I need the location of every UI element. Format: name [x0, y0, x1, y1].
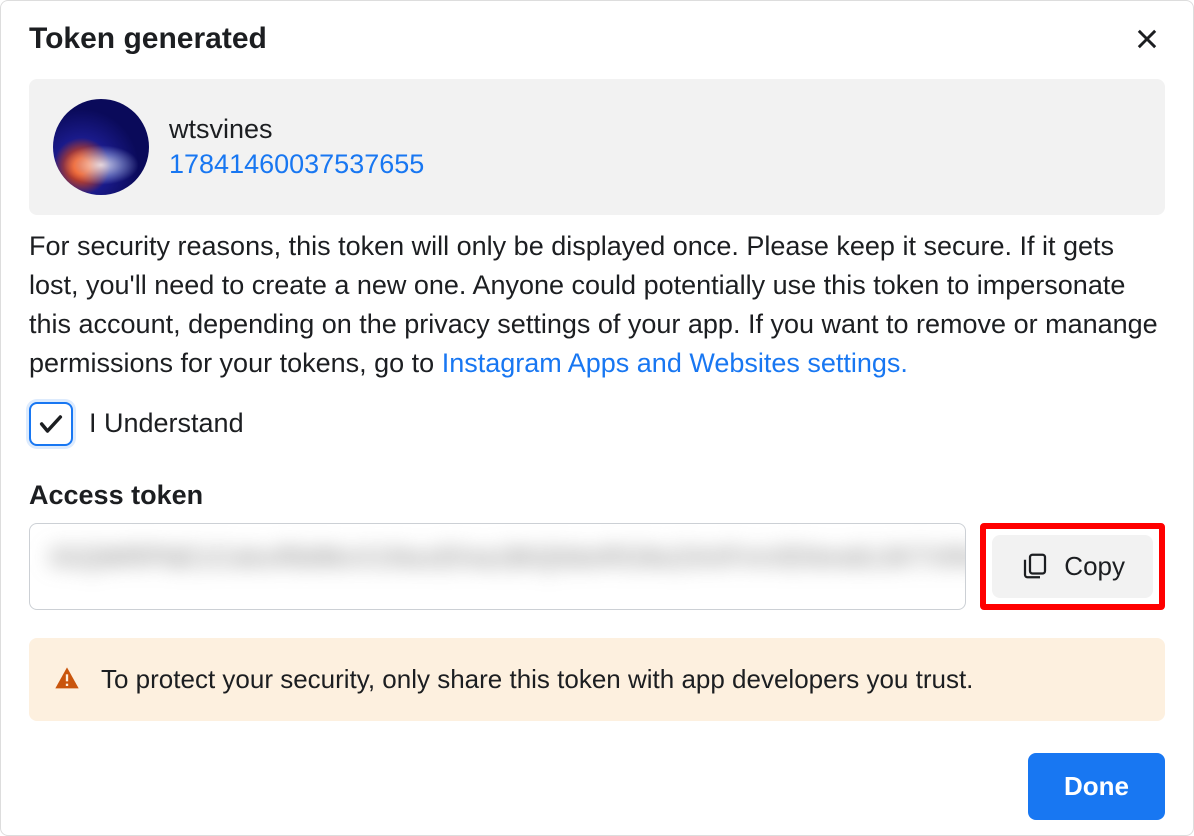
user-id-link[interactable]: 17841460037537655 — [169, 149, 424, 180]
warning-icon — [53, 665, 81, 693]
understand-checkbox[interactable] — [29, 402, 73, 446]
token-dialog: Token generated wtsvines 178414600375376… — [0, 0, 1194, 836]
username: wtsvines — [169, 114, 424, 145]
dialog-footer: Done — [29, 753, 1165, 820]
warning-text: To protect your security, only share thi… — [101, 664, 973, 695]
consent-row: I Understand — [29, 402, 1165, 446]
copy-button[interactable]: Copy — [992, 535, 1153, 598]
done-button[interactable]: Done — [1028, 753, 1165, 820]
security-warning: To protect your security, only share thi… — [29, 638, 1165, 721]
dialog-header: Token generated — [29, 21, 1165, 57]
checkmark-icon — [37, 410, 65, 438]
copy-icon — [1020, 551, 1050, 581]
settings-link[interactable]: Instagram Apps and Websites settings. — [442, 348, 908, 378]
access-token-label: Access token — [29, 480, 1165, 511]
user-info: wtsvines 17841460037537655 — [169, 114, 424, 180]
close-button[interactable] — [1129, 21, 1165, 57]
avatar — [53, 99, 149, 195]
token-row: IGQWRPbE1CekxRblMxX1NocEhia1BiQ0dxRG9oZA… — [29, 523, 1165, 610]
access-token-input[interactable]: IGQWRPbE1CekxRblMxX1NocEhia1BiQ0dxRG9oZA… — [29, 523, 966, 610]
copy-button-highlight: Copy — [980, 523, 1165, 610]
close-icon — [1133, 25, 1161, 53]
user-card: wtsvines 17841460037537655 — [29, 79, 1165, 215]
security-description: For security reasons, this token will on… — [29, 227, 1165, 384]
copy-label: Copy — [1064, 551, 1125, 582]
dialog-title: Token generated — [29, 22, 267, 56]
token-value-blurred: IGQWRPbE1CekxRblMxX1NocEhia1BiQ0dxRG9oZA… — [50, 542, 945, 573]
understand-label: I Understand — [89, 408, 244, 439]
